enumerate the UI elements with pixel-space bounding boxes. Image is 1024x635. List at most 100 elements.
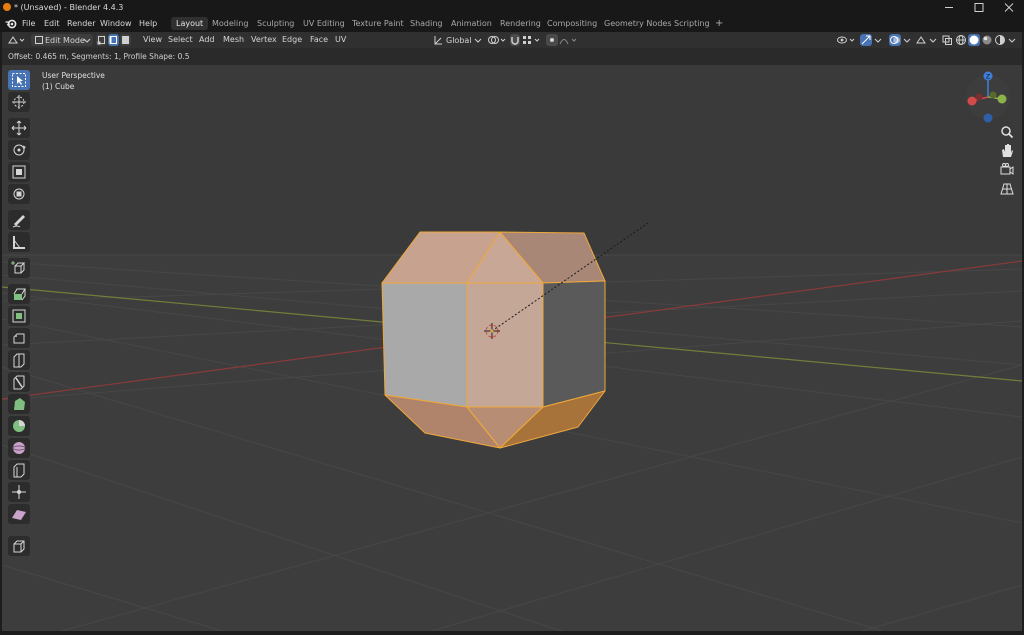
proportional-editing-toggle[interactable] [546, 34, 558, 46]
xray-toggle[interactable] [941, 34, 953, 46]
add-cube-tool[interactable] [8, 258, 30, 278]
3d-viewport[interactable]: User Perspective (1) Cube Z [2, 65, 1022, 631]
pan-button[interactable] [998, 142, 1016, 160]
tab-animation[interactable]: Animation [446, 17, 497, 30]
falloff-dropdown[interactable] [559, 34, 581, 46]
overlays-dropdown[interactable] [902, 34, 912, 46]
show-gizmo-toggle[interactable] [860, 34, 872, 46]
mesh-edit-overlays-button[interactable] [915, 34, 927, 46]
bevel-icon [13, 333, 25, 344]
header-menu-edge[interactable]: Edge [282, 35, 302, 44]
vertex-select-mode-button[interactable] [96, 34, 107, 46]
maximize-icon [974, 3, 984, 12]
transform-orientation-dropdown[interactable]: Global [432, 34, 482, 46]
add-workspace-button[interactable]: + [710, 17, 728, 30]
pivot-point-dropdown[interactable] [486, 34, 508, 46]
transform-icon [13, 188, 25, 200]
cursor-tool[interactable] [8, 92, 30, 112]
viewport-scene[interactable] [2, 65, 1022, 631]
header-menu-add[interactable]: Add [199, 35, 215, 44]
move-tool[interactable] [8, 118, 30, 138]
chevron-down-icon [929, 38, 937, 43]
tab-texture-paint[interactable]: Texture Paint [347, 17, 409, 30]
tab-geometry-nodes[interactable]: Geometry Nodes [599, 17, 676, 30]
tab-shading[interactable]: Shading [405, 17, 448, 30]
editor-type-button[interactable] [6, 34, 28, 46]
shading-wireframe-button[interactable] [955, 34, 967, 46]
camera-view-button[interactable] [998, 161, 1016, 179]
zoom-button[interactable] [998, 123, 1016, 141]
loop-cut-tool[interactable] [8, 350, 30, 370]
tab-rendering[interactable]: Rendering [495, 17, 546, 30]
bevel-tool[interactable] [8, 328, 30, 348]
rip-region-tool[interactable] [8, 536, 30, 556]
snap-toggle[interactable] [510, 34, 520, 46]
tab-scripting[interactable]: Scripting [669, 17, 715, 30]
scale-tool[interactable] [8, 162, 30, 182]
tab-uv-editing[interactable]: UV Editing [298, 17, 350, 30]
window-title: * (Unsaved) - Blender 4.4.3 [14, 3, 124, 12]
title-bar: * (Unsaved) - Blender 4.4.3 [0, 0, 1024, 15]
minimize-button[interactable] [934, 0, 964, 15]
gizmo-icon [861, 35, 871, 45]
rotate-tool[interactable] [8, 140, 30, 160]
camera-icon [1000, 163, 1014, 175]
chevron-down-icon [474, 38, 482, 43]
maximize-button[interactable] [964, 0, 994, 15]
object-visibility-dropdown[interactable] [836, 34, 858, 46]
shading-dropdown[interactable] [1007, 34, 1017, 46]
shading-rendered-button[interactable] [994, 34, 1006, 46]
tab-modeling[interactable]: Modeling [207, 17, 253, 30]
beveled-cube-mesh[interactable] [381, 231, 606, 449]
header-menu-vertex[interactable]: Vertex [251, 35, 277, 44]
menu-help[interactable]: Help [139, 19, 157, 28]
menu-edit[interactable]: Edit [44, 19, 60, 28]
header-menu-select[interactable]: Select [168, 35, 193, 44]
header-menu-uv[interactable]: UV [335, 35, 346, 44]
shading-solid-button[interactable] [968, 34, 980, 46]
tab-sculpting[interactable]: Sculpting [252, 17, 299, 30]
edge-slide-tool[interactable] [8, 460, 30, 480]
header-menu-view[interactable]: View [143, 35, 162, 44]
gizmo-neg-z-axis[interactable] [983, 113, 993, 123]
header-menu-face[interactable]: Face [310, 35, 328, 44]
annotate-tool[interactable] [8, 210, 30, 230]
shrink-fatten-tool[interactable] [8, 482, 30, 502]
overlays-icon [890, 36, 900, 44]
select-box-tool[interactable] [8, 70, 30, 90]
menu-file[interactable]: File [22, 19, 35, 28]
mesh-edit-overlay-icon [916, 36, 926, 44]
scale-icon [12, 165, 26, 179]
gizmo-dropdown[interactable] [873, 34, 883, 46]
inset-faces-icon [12, 309, 26, 323]
header-menu-mesh[interactable]: Mesh [223, 35, 244, 44]
shear-tool[interactable] [8, 504, 30, 524]
annotate-pencil-icon [12, 215, 25, 228]
face-select-icon [122, 36, 129, 44]
mesh-overlay-dropdown[interactable] [928, 34, 938, 46]
gizmo-x-axis[interactable] [967, 96, 977, 106]
menu-render[interactable]: Render [67, 19, 95, 28]
navigation-gizmo[interactable]: Z [963, 70, 1013, 126]
transform-tool[interactable] [8, 184, 30, 204]
measure-tool[interactable] [8, 232, 30, 252]
face-select-mode-button[interactable] [120, 34, 131, 46]
extrude-region-tool[interactable] [8, 284, 30, 304]
tab-layout[interactable]: Layout [171, 17, 209, 30]
perspective-toggle-button[interactable] [998, 180, 1016, 198]
snap-target-dropdown[interactable] [521, 34, 543, 46]
menu-window[interactable]: Window [100, 19, 132, 28]
tab-compositing[interactable]: Compositing [542, 17, 602, 30]
mode-dropdown[interactable]: Edit Mode [31, 34, 93, 46]
show-overlays-toggle[interactable] [889, 34, 901, 46]
gizmo-y-axis[interactable] [997, 94, 1007, 104]
poly-build-tool[interactable] [8, 394, 30, 414]
inset-faces-tool[interactable] [8, 306, 30, 326]
knife-tool[interactable] [8, 372, 30, 392]
spin-tool[interactable] [8, 416, 30, 436]
smooth-tool[interactable] [8, 438, 30, 458]
close-button[interactable] [994, 0, 1024, 15]
edge-select-mode-button[interactable] [108, 34, 119, 46]
blender-logo-icon[interactable] [5, 18, 17, 29]
shading-material-button[interactable] [981, 34, 993, 46]
